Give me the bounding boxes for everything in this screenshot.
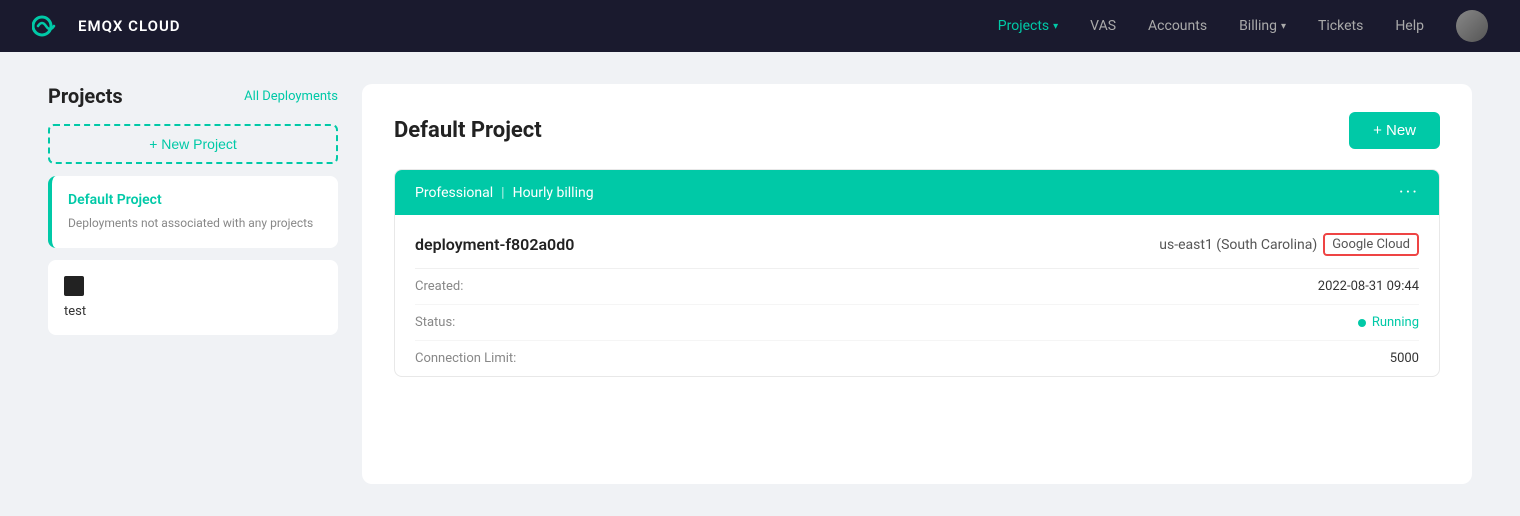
avatar-image (1456, 10, 1488, 42)
main-content: Projects All Deployments + New Project D… (0, 52, 1520, 516)
navbar-links: Projects ▾ VAS Accounts Billing ▾ Ticket… (998, 10, 1488, 42)
deployment-card-body: deployment-f802a0d0 us-east1 (South Caro… (395, 215, 1439, 376)
card-menu-button[interactable]: ··· (1399, 182, 1419, 203)
all-deployments-link[interactable]: All Deployments (244, 89, 338, 104)
sidebar-item-desc: Deployments not associated with any proj… (68, 214, 322, 232)
status-row: Status: Running (415, 305, 1419, 341)
connection-value: 5000 (1390, 351, 1419, 366)
nav-help[interactable]: Help (1395, 18, 1424, 34)
nav-accounts[interactable]: Accounts (1148, 18, 1207, 34)
deployment-plan: Professional (415, 185, 493, 201)
nav-tickets[interactable]: Tickets (1318, 18, 1363, 34)
created-label: Created: (415, 279, 463, 294)
created-row: Created: 2022-08-31 09:44 (415, 269, 1419, 305)
brand-name: EMQX CLOUD (78, 17, 181, 35)
separator: | (501, 185, 504, 201)
status-dot-icon (1358, 319, 1366, 327)
sidebar-title: Projects (48, 84, 123, 108)
avatar[interactable] (1456, 10, 1488, 42)
test-project-icon (64, 276, 84, 296)
new-project-button[interactable]: + New Project (48, 124, 338, 164)
main-panel: Default Project + New Professional | Hou… (362, 84, 1472, 484)
connection-label: Connection Limit: (415, 351, 516, 366)
brand: EMQX CLOUD (32, 15, 181, 37)
created-value: 2022-08-31 09:44 (1318, 279, 1419, 294)
deployment-name-row: deployment-f802a0d0 us-east1 (South Caro… (415, 215, 1419, 269)
sidebar: Projects All Deployments + New Project D… (48, 84, 338, 484)
sidebar-item-default-project[interactable]: Default Project Deployments not associat… (48, 176, 338, 248)
navbar: EMQX CLOUD Projects ▾ VAS Accounts Billi… (0, 0, 1520, 52)
sidebar-item-title: Default Project (68, 192, 322, 208)
test-project-label: test (64, 304, 322, 319)
brand-icon (32, 15, 68, 37)
page-title: Default Project (394, 118, 542, 143)
panel-header: Default Project + New (394, 112, 1440, 149)
cloud-provider-badge: Google Cloud (1323, 233, 1419, 256)
deployment-plan-info: Professional | Hourly billing (415, 185, 594, 201)
connection-row: Connection Limit: 5000 (415, 341, 1419, 376)
deployment-billing: Hourly billing (513, 185, 594, 201)
deployment-region-text: us-east1 (South Carolina) (1159, 237, 1317, 253)
status-value: Running (1358, 315, 1419, 330)
deployment-card-header: Professional | Hourly billing ··· (395, 170, 1439, 215)
chevron-down-icon: ▾ (1053, 21, 1058, 32)
sidebar-item-test[interactable]: test (48, 260, 338, 335)
nav-vas[interactable]: VAS (1090, 18, 1116, 34)
chevron-down-icon: ▾ (1281, 21, 1286, 32)
deployment-region: us-east1 (South Carolina) Google Cloud (1159, 233, 1419, 256)
deployment-card: Professional | Hourly billing ··· deploy… (394, 169, 1440, 377)
status-label: Status: (415, 315, 455, 330)
sidebar-header: Projects All Deployments (48, 84, 338, 108)
nav-billing[interactable]: Billing ▾ (1239, 18, 1286, 34)
deployment-name: deployment-f802a0d0 (415, 235, 574, 254)
new-deployment-button[interactable]: + New (1349, 112, 1440, 149)
nav-projects[interactable]: Projects ▾ (998, 18, 1058, 34)
